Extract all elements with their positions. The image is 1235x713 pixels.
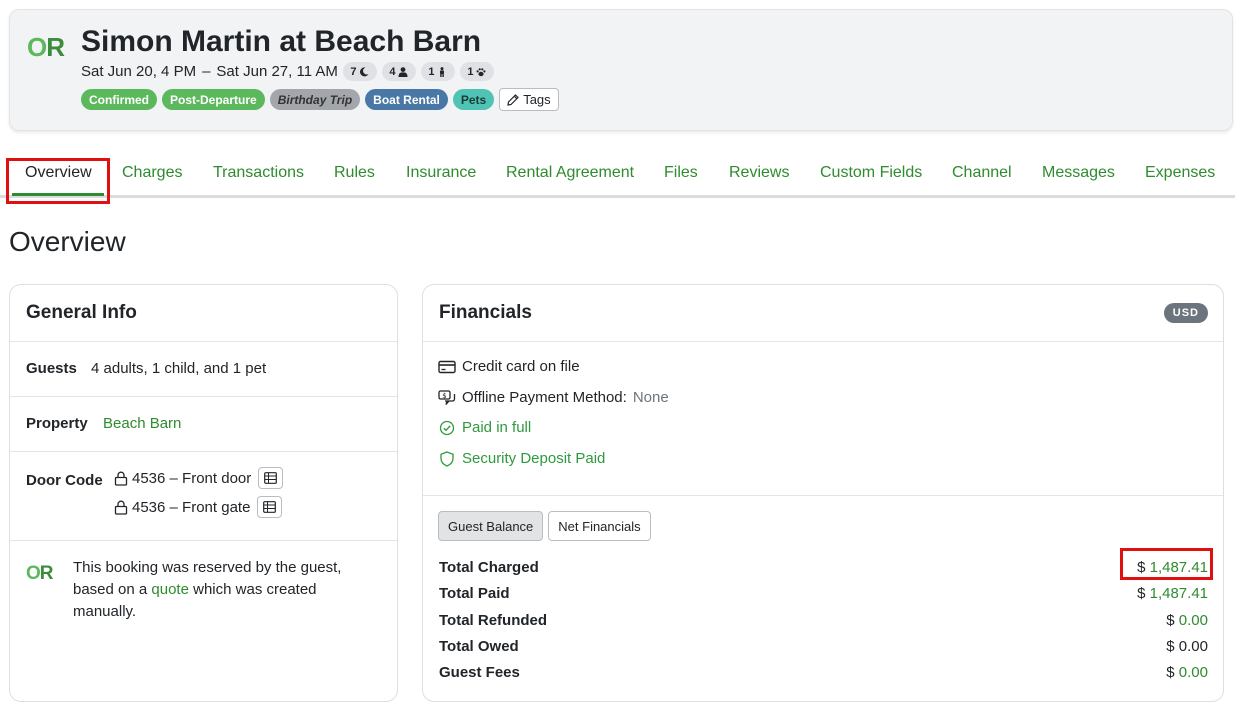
total-refunded-value: $ 0.00 (1166, 612, 1208, 629)
credit-card-status: Credit card on file (438, 358, 580, 375)
guest-fees-value: $ 0.00 (1166, 664, 1208, 681)
tab-bar: Overview Charges Transactions Rules Insu… (0, 150, 1235, 204)
quote-link[interactable]: quote (151, 581, 189, 598)
tab-overview[interactable]: Overview (25, 164, 92, 182)
door-code-table-button[interactable] (258, 467, 284, 489)
adults-badge: 4 (381, 62, 416, 81)
check-in-date: Sat Jun 20, 4 PM (81, 63, 197, 80)
offline-payment-method: $ Offline Payment Method: None (438, 389, 669, 406)
total-paid-label: Total Paid (439, 585, 510, 602)
tab-transactions[interactable]: Transactions (213, 164, 304, 182)
property-link[interactable]: Beach Barn (103, 415, 181, 432)
general-info-title: General Info (26, 302, 137, 323)
cash-chat-icon: $ (438, 389, 456, 405)
total-charged-label: Total Charged (439, 559, 539, 576)
booking-header: OR Simon Martin at Beach Barn Sat Jun 20… (9, 9, 1233, 131)
check-out-date: Sat Jun 27, 11 AM (216, 63, 338, 80)
active-tab-underline (12, 193, 104, 196)
tab-files[interactable]: Files (664, 164, 698, 182)
tab-messages[interactable]: Messages (1042, 164, 1115, 182)
adult-icon (398, 66, 408, 77)
door-code-front-door: 4536 – Front door (114, 467, 284, 489)
tab-charges[interactable]: Charges (122, 164, 182, 182)
tag-boat-rental[interactable]: Boat Rental (365, 89, 448, 110)
table-icon (263, 501, 277, 513)
door-code-table-button[interactable] (257, 496, 283, 518)
total-paid-value: $ 1,487.41 (1137, 585, 1208, 602)
children-badge: 1 (420, 62, 455, 81)
tab-channel[interactable]: Channel (952, 164, 1012, 182)
tab-expenses[interactable]: Expenses (1145, 164, 1215, 182)
lock-icon (114, 500, 128, 515)
financials-title: Financials (439, 302, 532, 323)
total-owed-value: $ 0.00 (1166, 638, 1208, 655)
lock-icon (114, 471, 128, 486)
tab-insurance[interactable]: Insurance (406, 164, 476, 182)
moon-icon (360, 66, 369, 76)
tag-confirmed[interactable]: Confirmed (81, 89, 157, 110)
total-owed-label: Total Owed (439, 638, 519, 655)
tag-birthday-trip[interactable]: Birthday Trip (269, 89, 361, 110)
door-code-label: Door Code (26, 472, 103, 489)
financials-card: Financials USD Credit card on file $ Off… (422, 284, 1224, 702)
booking-dates: Sat Jun 20, 4 PM – Sat Jun 27, 11 AM 7 4… (81, 62, 494, 81)
tag-pets[interactable]: Pets (452, 89, 495, 110)
paw-icon (476, 67, 486, 76)
total-charged-highlight (1120, 548, 1213, 580)
net-financials-button[interactable]: Net Financials (548, 511, 651, 541)
check-circle-icon (439, 420, 455, 435)
source-logo: OR (26, 563, 53, 584)
nights-badge: 7 (342, 62, 377, 81)
booking-source-note: This booking was reserved by the guest, … (73, 559, 342, 620)
guests-value: 4 adults, 1 child, and 1 pet (91, 360, 267, 377)
total-refunded-label: Total Refunded (439, 612, 548, 629)
logo: OR (27, 32, 65, 62)
tab-rules[interactable]: Rules (334, 164, 375, 182)
tab-reviews[interactable]: Reviews (729, 164, 789, 182)
tab-rental-agreement[interactable]: Rental Agreement (506, 164, 634, 182)
guest-fees-label: Guest Fees (439, 664, 520, 681)
door-code-front-gate: 4536 – Front gate (114, 496, 283, 518)
tag-post-departure[interactable]: Post-Departure (162, 89, 265, 110)
child-icon (440, 66, 445, 77)
financial-view-toggle: Guest Balance Net Financials (438, 511, 651, 541)
booking-title: Simon Martin at Beach Barn (81, 25, 482, 58)
shield-icon (440, 450, 454, 467)
credit-card-icon (438, 360, 456, 373)
svg-text:$: $ (442, 391, 446, 399)
pencil-icon (507, 93, 520, 106)
table-icon (264, 472, 278, 484)
paid-status: Paid in full (438, 419, 531, 436)
guest-balance-button[interactable]: Guest Balance (438, 511, 544, 541)
security-deposit-status: Security Deposit Paid (438, 450, 605, 467)
guests-label: Guests (26, 360, 77, 377)
general-info-card: General Info Guests 4 adults, 1 child, a… (9, 284, 398, 702)
edit-tags-button[interactable]: Tags (499, 88, 559, 111)
page-title: Overview (9, 226, 126, 257)
tab-custom-fields[interactable]: Custom Fields (820, 164, 922, 182)
currency-badge: USD (1163, 303, 1208, 323)
tag-row: Confirmed Post-Departure Birthday Trip B… (81, 88, 559, 111)
property-label: Property (26, 415, 88, 432)
pets-badge: 1 (459, 62, 494, 81)
